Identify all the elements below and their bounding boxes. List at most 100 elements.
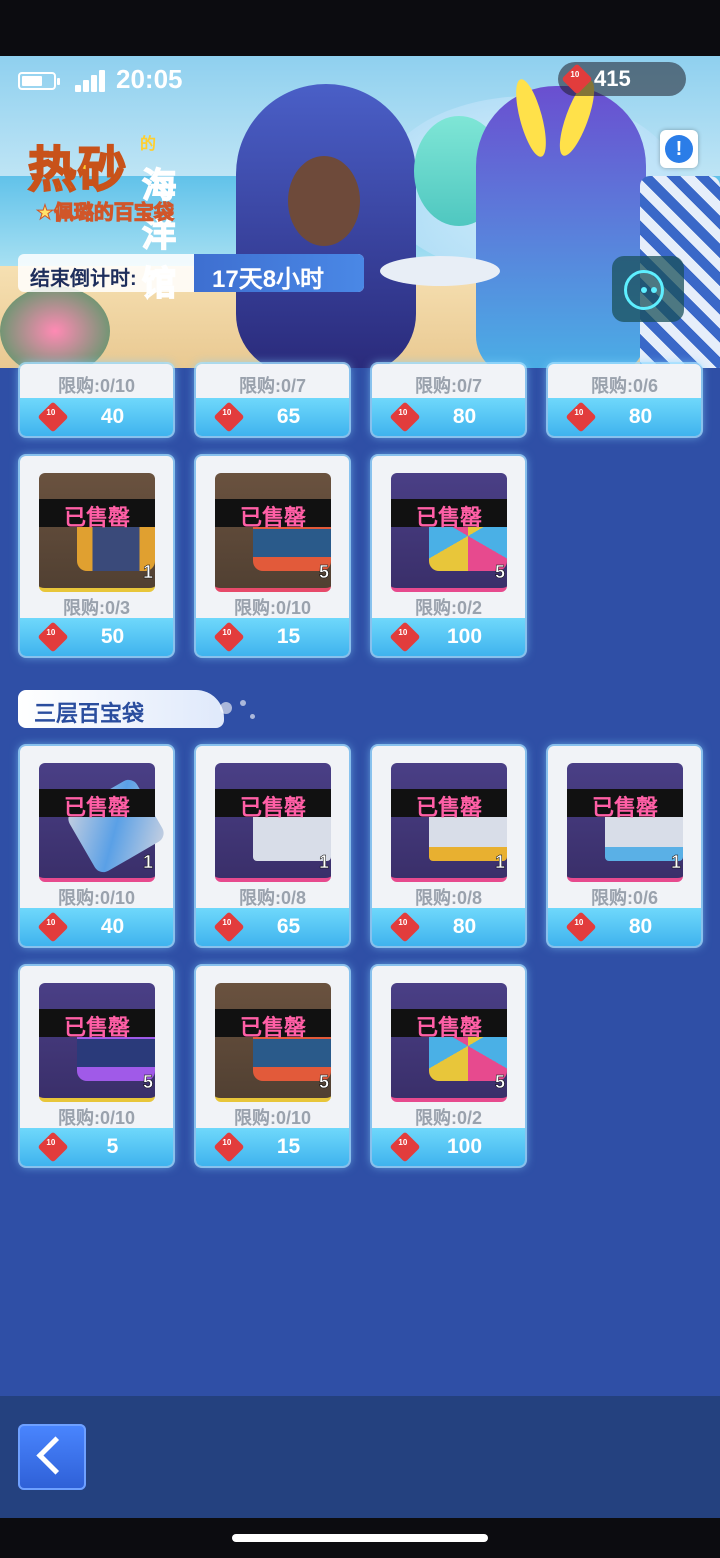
item-frame [391, 473, 507, 592]
section-title: 三层百宝袋 [34, 701, 145, 726]
price-button[interactable]: 40 [20, 398, 173, 436]
purchase-limit: 限购:0/10 [57, 888, 136, 908]
price-button[interactable]: 100 [372, 618, 525, 656]
pacman-shortcut-button[interactable] [612, 256, 684, 322]
info-button[interactable]: ! [660, 130, 698, 168]
price-button[interactable]: 80 [372, 398, 525, 436]
price-value: 50 [100, 625, 125, 648]
shop-card[interactable]: 已售罄 1 限购:0/8 65 [196, 746, 349, 946]
battery-icon [18, 72, 60, 90]
item-quantity: 1 [670, 852, 682, 873]
sold-out-band: 已售罄 [391, 789, 507, 820]
purchase-limit: 限购:0/7 [414, 376, 483, 396]
price-value: 80 [628, 405, 653, 428]
price-value: 40 [100, 405, 125, 428]
shop-card[interactable]: 已售罄 1 限购:0/3 50 [20, 456, 173, 656]
pacman-icon [624, 270, 664, 310]
shop-card[interactable]: 已售罄 5 限购:0/10 5 [20, 966, 173, 1166]
sold-out-band: 已售罄 [39, 789, 155, 820]
shop-card[interactable]: 已售罄 5 限购:0/2 100 [372, 966, 525, 1166]
sold-out-label: 已售罄 [63, 1015, 130, 1040]
character-face [288, 156, 360, 246]
item-frame [39, 473, 155, 592]
countdown-box: 结束倒计时: 17天8小时 [18, 254, 364, 292]
shop-card[interactable]: 限购:0/7 80 [372, 364, 525, 436]
purchase-limit: 限购:0/10 [233, 598, 312, 618]
item-quantity: 1 [142, 852, 154, 873]
sold-out-label: 已售罄 [415, 505, 482, 530]
price-value: 15 [276, 1135, 301, 1158]
shop-card[interactable]: 已售罄 1 限购:0/6 80 [548, 746, 701, 946]
sold-out-band: 已售罄 [215, 1009, 331, 1040]
item-frame [567, 763, 683, 882]
price-button[interactable]: 100 [372, 1128, 525, 1166]
price-button[interactable]: 80 [372, 908, 525, 946]
item-frame [215, 473, 331, 592]
signal-icon [75, 68, 107, 92]
shop-card[interactable]: 已售罄 5 限购:0/2 100 [372, 456, 525, 656]
price-button[interactable]: 40 [20, 908, 173, 946]
device-top-bezel [0, 0, 720, 56]
item-quantity: 1 [494, 852, 506, 873]
purchase-limit: 限购:0/8 [414, 888, 483, 908]
shop-card[interactable]: 限购:0/10 40 [20, 364, 173, 436]
title-main: 热砂 [27, 143, 129, 198]
ticket-icon [561, 63, 593, 95]
item-frame [391, 763, 507, 882]
item-frame [39, 983, 155, 1102]
shop-card[interactable]: 已售罄 1 限购:0/8 80 [372, 746, 525, 946]
item-quantity: 5 [142, 1072, 154, 1093]
back-button[interactable] [18, 1424, 86, 1490]
countdown-value-box: 17天8小时 [194, 254, 364, 292]
event-title: 热砂 的 海洋馆 ★佩璐的百宝袋 [27, 130, 177, 304]
price-value: 65 [276, 405, 301, 428]
item-quantity: 1 [318, 852, 330, 873]
purchase-limit: 限购:0/7 [238, 376, 307, 396]
countdown-value: 17天8小时 [212, 266, 325, 292]
purchase-limit: 限购:0/6 [590, 376, 659, 396]
price-button[interactable]: 15 [196, 1128, 349, 1166]
price-button[interactable]: 80 [548, 908, 701, 946]
purchase-limit: 限购:0/10 [233, 1108, 312, 1128]
sold-out-band: 已售罄 [215, 499, 331, 530]
shop-card[interactable]: 已售罄 5 限购:0/10 15 [196, 456, 349, 656]
price-button[interactable]: 5 [20, 1128, 173, 1166]
item-frame [215, 763, 331, 882]
shop-card[interactable]: 已售罄 5 限购:0/10 15 [196, 966, 349, 1166]
price-value: 15 [276, 625, 301, 648]
sold-out-band: 已售罄 [215, 789, 331, 820]
title-subtitle: ★佩璐的百宝袋 [36, 202, 175, 225]
home-indicator[interactable] [232, 1534, 488, 1542]
currency-value: 415 [594, 66, 631, 91]
sold-out-label: 已售罄 [415, 795, 482, 820]
exclamation-icon: ! [665, 135, 693, 163]
purchase-limit: 限购:0/8 [238, 888, 307, 908]
title-small: 的 [140, 136, 157, 153]
section-header: 三层百宝袋 [18, 690, 224, 728]
purchase-limit: 限购:0/10 [57, 376, 136, 396]
sold-out-label: 已售罄 [239, 1015, 306, 1040]
shop-card[interactable]: 已售罄 1 限购:0/10 40 [20, 746, 173, 946]
price-value: 80 [452, 405, 477, 428]
price-value: 100 [446, 625, 483, 648]
sold-out-band: 已售罄 [391, 499, 507, 530]
shop-card[interactable]: 限购:0/7 65 [196, 364, 349, 436]
price-button[interactable]: 65 [196, 908, 349, 946]
bottom-toolbar [0, 1396, 720, 1518]
item-quantity: 5 [494, 562, 506, 583]
currency-counter: 415 [558, 62, 686, 96]
item-quantity: 5 [318, 562, 330, 583]
shop-card[interactable]: 限购:0/6 80 [548, 364, 701, 436]
price-button[interactable]: 65 [196, 398, 349, 436]
price-value: 100 [446, 1135, 483, 1158]
sold-out-label: 已售罄 [591, 795, 658, 820]
price-button[interactable]: 15 [196, 618, 349, 656]
item-quantity: 5 [494, 1072, 506, 1093]
purchase-limit: 限购:0/2 [414, 1108, 483, 1128]
sold-out-label: 已售罄 [239, 795, 306, 820]
price-button[interactable]: 50 [20, 618, 173, 656]
sold-out-label: 已售罄 [239, 505, 306, 530]
sold-out-label: 已售罄 [415, 1015, 482, 1040]
price-button[interactable]: 80 [548, 398, 701, 436]
sold-out-label: 已售罄 [63, 505, 130, 530]
